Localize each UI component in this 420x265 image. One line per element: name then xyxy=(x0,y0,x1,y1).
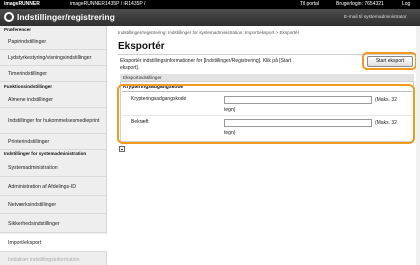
sidebar-section-system-admin: Indstillinger for systemadministration xyxy=(4,151,87,156)
sidebar-item-network-settings[interactable]: Netværksindstillinger xyxy=(0,197,107,214)
password-section-highlight xyxy=(117,84,415,144)
sidebar-section-preferences: Præferencer xyxy=(4,27,32,32)
sidebar-item-paper-settings[interactable]: Papirindstillinger xyxy=(0,35,107,50)
page-title: Eksportér xyxy=(118,41,165,52)
export-settings-header: Eksportindstillinger xyxy=(120,74,414,81)
sidebar-item-security-settings[interactable]: Sikkerhedsindstillinger xyxy=(0,215,107,233)
page-header: Indstillinger/registrering E-mail til sy… xyxy=(0,9,420,26)
sidebar-item-common-settings[interactable]: Almene indstillinger xyxy=(0,92,107,108)
sidebar-item-dept-id[interactable]: Administration af Afdelings-ID xyxy=(0,178,107,196)
sidebar-section-function-settings: Funktionsindstillinger xyxy=(4,84,52,89)
page-top-icon[interactable] xyxy=(119,146,125,152)
sidebar: Præferencer Papirindstillinger Lydstyrke… xyxy=(0,26,107,265)
sidebar-item-volume-display[interactable]: Lydstyrkestyring/visningsindstillinger xyxy=(0,51,107,66)
breadcrumb: Indstillinger/registrering: Indstillinge… xyxy=(118,30,300,35)
model-label: imageRUNNER1435P / iR1435P / xyxy=(70,1,146,7)
logout-link[interactable]: Log xyxy=(402,0,410,9)
admin-email-link[interactable]: E-mail til systemadministrator xyxy=(344,13,407,22)
app-title: Indstillinger/registrering xyxy=(17,12,115,22)
sidebar-item-timer-settings[interactable]: Timerindstillinger xyxy=(0,67,107,82)
sidebar-item-memory-media-print[interactable]: Indstillinger for hukommelsesmedieprint xyxy=(0,109,107,134)
sidebar-item-import-export[interactable]: Import/eksport xyxy=(0,234,107,252)
scrollbar[interactable] xyxy=(416,26,420,265)
portal-link[interactable]: Til portal xyxy=(300,0,319,9)
sidebar-item-system-admin[interactable]: Systemadministration xyxy=(0,159,107,177)
sidebar-item-init-settings[interactable]: Initialiser indstillingsinformation xyxy=(0,253,107,265)
sidebar-item-printer-settings[interactable]: Printerindstillinger xyxy=(0,135,107,150)
start-export-button[interactable]: Start eksport xyxy=(367,56,413,67)
brand-label: imageRUNNER xyxy=(4,1,40,7)
user-login-label: Brugerlogin: 7654321 xyxy=(336,1,384,7)
page-description: Eksportér indstillingsinformationer for … xyxy=(120,58,292,71)
top-bar: imageRUNNER imageRUNNER1435P / iR1435P /… xyxy=(0,0,420,9)
home-icon[interactable] xyxy=(4,12,14,22)
